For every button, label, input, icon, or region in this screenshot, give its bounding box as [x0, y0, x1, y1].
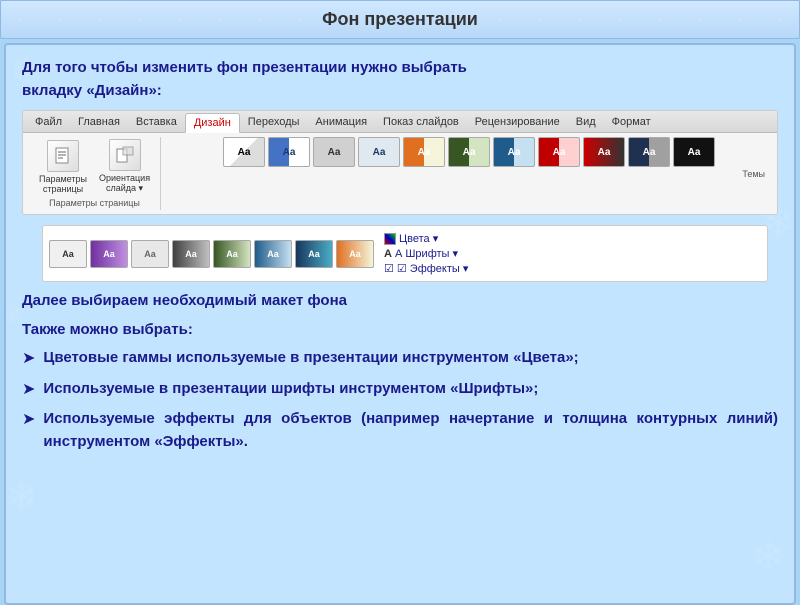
mini-theme-8[interactable]: Аа	[336, 240, 374, 268]
mini-themes-row: Аа Аа Аа Аа Аа Аа Аа Аа	[49, 240, 374, 268]
bullet-arrow-1: ➤	[22, 348, 35, 368]
title-bar: Фон презентации	[0, 0, 800, 39]
theme-sample-8[interactable]: Аа	[538, 137, 580, 167]
side-options-panel: Цвета ▾ А А Шрифты ▾ ☑ ☑ Эффекты ▾	[384, 232, 468, 275]
tab-transitions[interactable]: Переходы	[240, 113, 308, 132]
theme-sample-5[interactable]: Аа	[403, 137, 445, 167]
theme-sample-2[interactable]: Аа	[268, 137, 310, 167]
mini-theme-3[interactable]: Аа	[131, 240, 169, 268]
ribbon-secondary: Аа Аа Аа Аа Аа Аа Аа Аа Цвета ▾ А А Шриф…	[42, 225, 768, 282]
theme-sample-7[interactable]: Аа	[493, 137, 535, 167]
fonts-option[interactable]: А А Шрифты ▾	[384, 247, 468, 260]
mini-theme-7[interactable]: Аа	[295, 240, 333, 268]
mini-theme-1[interactable]: Аа	[49, 240, 87, 268]
themes-group-label: Темы	[742, 169, 765, 179]
tab-insert[interactable]: Вставка	[128, 113, 185, 132]
tab-design[interactable]: Дизайн	[185, 113, 240, 133]
pagesetup-group-label: Параметры страницы	[49, 198, 140, 208]
mini-theme-2[interactable]: Аа	[90, 240, 128, 268]
mini-theme-5[interactable]: Аа	[213, 240, 251, 268]
ribbon-group-themes: Аа Аа Аа Аа Аа Аа Аа Аа Аа Аа Аа Темы	[167, 137, 771, 181]
section2-text: Также можно выбрать:	[22, 319, 778, 342]
title-text: Фон презентации	[322, 9, 478, 29]
bullet-arrow-3: ➤	[22, 409, 35, 429]
orientation-icon	[109, 139, 141, 171]
tab-view[interactable]: Вид	[568, 113, 604, 132]
bullet-item-2: ➤ Используемые в презентации шрифты инст…	[22, 378, 778, 401]
theme-sample-1[interactable]: Аа	[223, 137, 265, 167]
theme-sample-3[interactable]: Аа	[313, 137, 355, 167]
page-params-label2: страницы	[43, 184, 83, 194]
tab-home[interactable]: Главная	[70, 113, 128, 132]
tab-file[interactable]: Файл	[27, 113, 70, 132]
mini-theme-4[interactable]: Аа	[172, 240, 210, 268]
intro-line2: вкладку «Дизайн»:	[22, 82, 162, 99]
theme-sample-9[interactable]: Аа	[583, 137, 625, 167]
ribbon-wrapper: Файл Главная Вставка Дизайн Переходы Ани…	[22, 110, 778, 215]
bullet-item-3: ➤ Используемые эффекты для объектов (нап…	[22, 408, 778, 453]
orientation-label2: слайда ▾	[106, 183, 143, 194]
bullet-arrow-2: ➤	[22, 379, 35, 399]
orientation-label: Ориентация	[99, 173, 150, 183]
colors-option[interactable]: Цвета ▾	[384, 232, 468, 245]
bullet-item-1: ➤ Цветовые гаммы используемые в презента…	[22, 347, 778, 370]
bullet-text-2: Используемые в презентации шрифты инстру…	[43, 378, 778, 401]
page-params-icon	[47, 140, 79, 172]
ribbon-content: Параметры страницы Ориентация слайда ▾	[23, 133, 777, 214]
ribbon-group-pagesetup: Параметры страницы Ориентация слайда ▾	[29, 137, 161, 210]
ribbon-tabs-bar: Файл Главная Вставка Дизайн Переходы Ани…	[23, 111, 777, 133]
tab-slideshow[interactable]: Показ слайдов	[375, 113, 467, 132]
theme-sample-11[interactable]: Аа	[673, 137, 715, 167]
effects-option[interactable]: ☑ ☑ Эффекты ▾	[384, 262, 468, 275]
intro-text: Для того чтобы изменить фон презентации …	[22, 57, 778, 102]
mini-theme-6[interactable]: Аа	[254, 240, 292, 268]
tab-review[interactable]: Рецензирование	[467, 113, 568, 132]
main-container: Для того чтобы изменить фон презентации …	[4, 43, 796, 605]
btn-page-params[interactable]: Параметры страницы	[35, 138, 91, 196]
theme-sample-4[interactable]: Аа	[358, 137, 400, 167]
theme-sample-10[interactable]: Аа	[628, 137, 670, 167]
tab-animation[interactable]: Анимация	[307, 113, 375, 132]
btn-orientation[interactable]: Ориентация слайда ▾	[95, 137, 154, 196]
bullet-text-1: Цветовые гаммы используемые в презентаци…	[43, 347, 778, 370]
section1-text: Далее выбираем необходимый макет фона	[22, 290, 778, 313]
tab-format[interactable]: Формат	[604, 113, 659, 132]
intro-line1: Для того чтобы изменить фон презентации …	[22, 59, 467, 76]
theme-sample-6[interactable]: Аа	[448, 137, 490, 167]
page-params-label: Параметры	[39, 174, 87, 184]
bullet-text-3: Используемые эффекты для объектов (напри…	[43, 408, 778, 453]
